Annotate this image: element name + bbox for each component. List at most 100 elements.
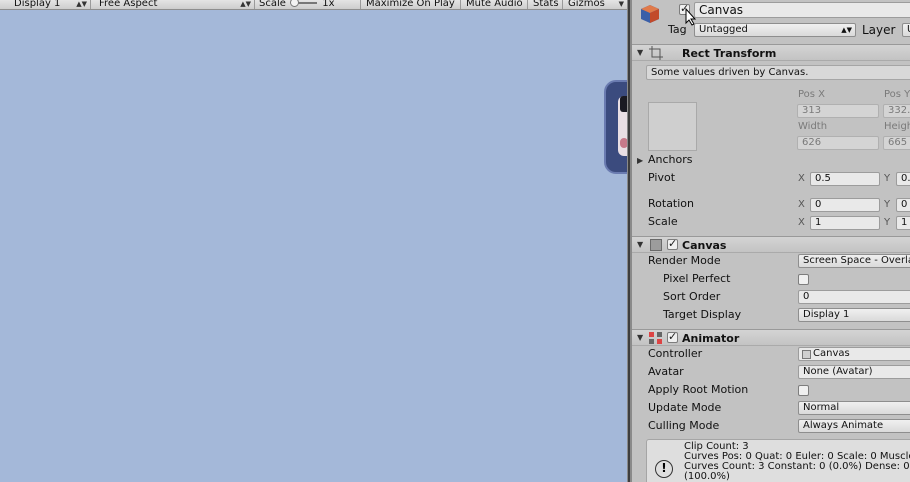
scale-x-value: 1 — [815, 217, 822, 228]
pos-x-label: Pos X — [798, 89, 826, 100]
controller-object-field[interactable]: Canvas — [798, 347, 910, 361]
driven-by-canvas-notice: Some values driven by Canvas. — [646, 65, 910, 80]
canvas-component-header[interactable]: ▼ Canvas — [632, 236, 910, 253]
rect-transform-icon — [649, 46, 663, 60]
update-mode-value: Normal — [803, 402, 840, 413]
animator-info-text: Clip Count: 3 Curves Pos: 0 Quat: 0 Eule… — [684, 441, 910, 482]
scale-y-value: 1 — [901, 217, 908, 228]
object-name-field[interactable]: Canvas — [694, 2, 910, 18]
pos-x-field[interactable]: 313 — [797, 104, 879, 118]
pos-x-value: 313 — [802, 105, 822, 116]
mute-audio-label: Mute Audio — [466, 0, 523, 9]
rotation-x-value: 0 — [815, 199, 822, 210]
animator-info-box: ! Clip Count: 3 Curves Pos: 0 Quat: 0 Eu… — [646, 439, 910, 482]
aspect-dropdown-label: Free Aspect — [99, 0, 158, 9]
gizmos-dropdown[interactable]: Gizmos ▼ — [564, 0, 627, 9]
warning-icon: ! — [655, 460, 673, 478]
apply-root-motion-checkbox[interactable] — [798, 385, 809, 396]
layer-label: Layer — [862, 23, 896, 37]
pivot-label: Pivot — [648, 171, 676, 184]
sort-order-label: Sort Order — [663, 290, 721, 303]
foldout-arrow-icon[interactable]: ▼ — [637, 240, 643, 249]
render-mode-dropdown[interactable]: Screen Space - Overlay — [798, 254, 910, 268]
animator-controller-icon — [802, 350, 811, 359]
height-field[interactable]: 665 — [883, 136, 910, 150]
game-view-toolbar: Display 1 ▲▼ Free Aspect ▲▼ Scale 1x Max… — [0, 0, 627, 10]
pos-y-value: 332.5 — [888, 105, 910, 116]
pivot-x-label: X — [798, 173, 805, 184]
avatar-value: None (Avatar) — [803, 366, 873, 377]
rect-transform-header[interactable]: ▼ Rect Transform — [632, 44, 910, 61]
culling-mode-dropdown[interactable]: Always Animate — [798, 419, 910, 433]
scale-label: Scale — [259, 0, 286, 9]
canvas-component-title: Canvas — [682, 239, 727, 252]
anchors-foldout-icon[interactable]: ▶ — [637, 156, 643, 165]
foldout-arrow-icon[interactable]: ▼ — [637, 48, 643, 57]
width-value: 626 — [802, 137, 822, 148]
animator-component-header[interactable]: ▼ Animator — [632, 329, 910, 346]
driven-by-canvas-text: Some values driven by Canvas. — [651, 67, 809, 78]
pivot-y-value: 0.5 — [901, 173, 910, 184]
stats-toggle[interactable]: Stats — [529, 0, 563, 9]
foldout-arrow-icon[interactable]: ▼ — [637, 333, 643, 342]
dropdown-arrow-icon: ▲▼ — [240, 0, 251, 8]
canvas-component-icon — [650, 239, 662, 251]
animator-enabled-checkbox[interactable] — [667, 330, 678, 343]
aspect-dropdown[interactable]: Free Aspect ▲▼ — [95, 0, 255, 9]
pixel-perfect-checkbox[interactable] — [798, 274, 809, 285]
rotation-label: Rotation — [648, 197, 695, 210]
character-portrait — [604, 80, 627, 174]
display-dropdown[interactable]: Display 1 ▲▼ — [10, 0, 91, 9]
scale-label: Scale — [648, 215, 678, 228]
game-view[interactable]: Display 1 ▲▼ Free Aspect ▲▼ Scale 1x Max… — [0, 0, 628, 482]
pos-y-label: Pos Y — [884, 89, 910, 100]
scale-slider[interactable] — [290, 0, 318, 7]
apply-root-motion-label: Apply Root Motion — [648, 383, 749, 396]
culling-mode-label: Culling Mode — [648, 419, 720, 432]
object-name-value: Canvas — [699, 3, 744, 17]
pos-y-field[interactable]: 332.5 — [883, 104, 910, 118]
display-dropdown-label: Display 1 — [14, 0, 61, 9]
update-mode-label: Update Mode — [648, 401, 722, 414]
pivot-x-field[interactable]: 0.5 — [810, 172, 880, 186]
target-display-value: Display 1 — [803, 309, 850, 320]
animator-component-title: Animator — [682, 332, 740, 345]
tag-dropdown[interactable]: Untagged ▲▼ — [694, 23, 856, 37]
height-label: Height — [884, 121, 910, 132]
scale-slider-thumb[interactable] — [290, 0, 300, 7]
anchors-label[interactable]: Anchors — [648, 153, 693, 166]
render-mode-value: Screen Space - Overlay — [803, 255, 910, 266]
pivot-x-value: 0.5 — [815, 173, 831, 184]
animator-component-icon — [649, 331, 663, 345]
sort-order-value: 0 — [803, 291, 810, 302]
rotation-y-value: 0 — [901, 199, 908, 210]
sort-order-field[interactable]: 0 — [798, 290, 910, 304]
mute-audio-toggle[interactable]: Mute Audio — [462, 0, 528, 9]
culling-mode-value: Always Animate — [803, 420, 884, 431]
game-viewport[interactable] — [0, 10, 627, 482]
rotation-x-field[interactable]: 0 — [810, 198, 880, 212]
rotation-y-field[interactable]: 0 — [896, 198, 910, 212]
scale-x-field[interactable]: 1 — [810, 216, 880, 230]
target-display-label: Target Display — [663, 308, 742, 321]
canvas-enabled-checkbox[interactable] — [667, 237, 678, 250]
height-value: 665 — [888, 137, 908, 148]
rotation-y-label: Y — [884, 199, 891, 210]
scale-y-field[interactable]: 1 — [896, 216, 910, 230]
anchor-presets-button[interactable] — [648, 102, 697, 151]
layer-dropdown[interactable]: UI — [902, 23, 910, 37]
dropdown-arrow-icon: ▲▼ — [76, 0, 87, 8]
controller-label: Controller — [648, 347, 703, 360]
pivot-y-field[interactable]: 0.5 — [896, 172, 910, 186]
tag-value: Untagged — [699, 24, 748, 35]
scale-control: Scale 1x — [255, 0, 361, 9]
maximize-on-play-toggle[interactable]: Maximize On Play — [362, 0, 461, 9]
scale-x-label: X — [798, 217, 805, 228]
width-field[interactable]: 626 — [797, 136, 879, 150]
update-mode-dropdown[interactable]: Normal — [798, 401, 910, 415]
dropdown-arrow-icon: ▼ — [618, 0, 624, 8]
target-display-dropdown[interactable]: Display 1 — [798, 308, 910, 322]
maximize-on-play-label: Maximize On Play — [366, 0, 455, 9]
avatar-object-field[interactable]: None (Avatar) — [798, 365, 910, 379]
gameobject-cube-icon — [640, 4, 660, 24]
